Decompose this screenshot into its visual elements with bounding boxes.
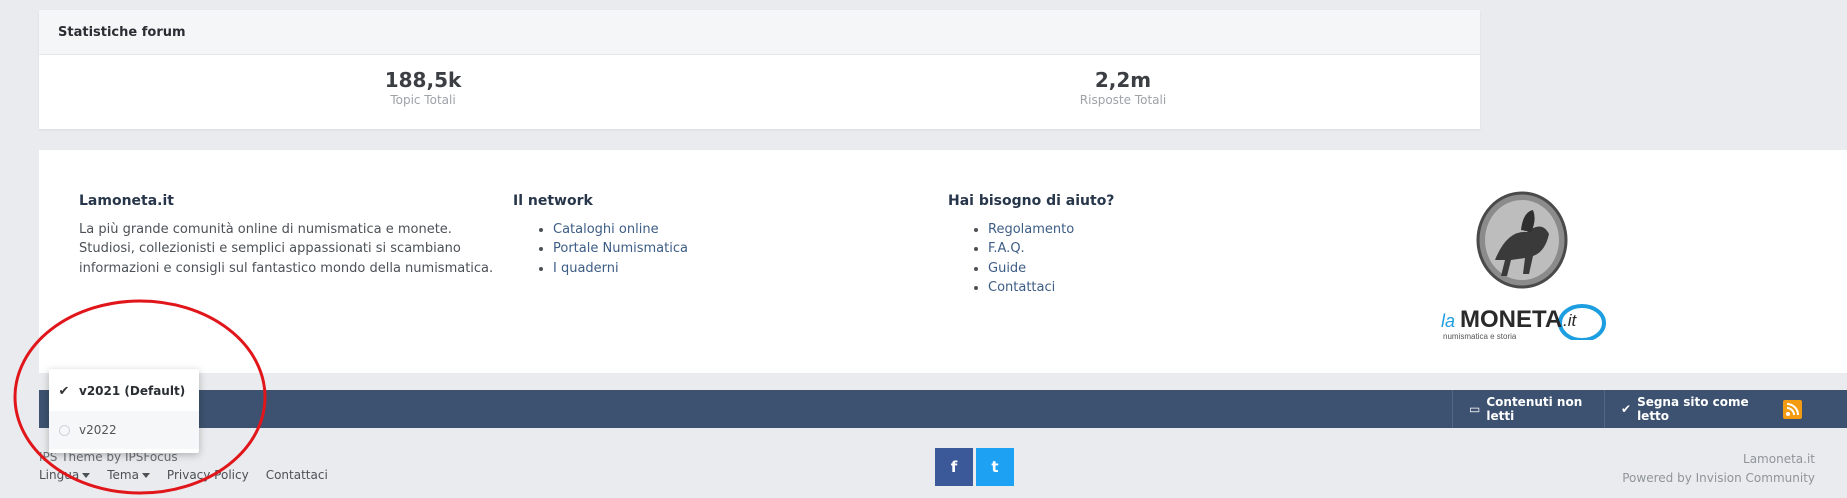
footer-link-item[interactable]: Guide bbox=[988, 259, 1114, 279]
logo-la-text: la bbox=[1441, 311, 1455, 331]
footer-network-list: Cataloghi online Portale Numismatica I q… bbox=[513, 220, 688, 279]
footer-link-item[interactable]: Cataloghi online bbox=[553, 220, 688, 240]
forum-stats-card: Statistiche forum 188,5k Topic Totali 2,… bbox=[39, 10, 1480, 129]
footer-help-column: Hai bisogno di aiuto? Regolamento F.A.Q.… bbox=[948, 192, 1114, 298]
check-icon: ✔ bbox=[1621, 402, 1632, 416]
stat-replies-value: 2,2m bbox=[1094, 68, 1152, 92]
footer-link[interactable]: Regolamento bbox=[988, 222, 1074, 237]
theme-option-label: v2022 bbox=[79, 423, 117, 437]
forum-stats-title: Statistiche forum bbox=[39, 10, 1480, 55]
theme-option-label: v2021 (Default) bbox=[79, 384, 186, 398]
stat-topics-label: Topic Totali bbox=[390, 93, 456, 107]
footer-about-line: La più grande comunità online di numisma… bbox=[79, 221, 452, 237]
site-name[interactable]: Lamoneta.it bbox=[1622, 450, 1815, 469]
check-icon: ✔ bbox=[58, 383, 70, 399]
contact-link[interactable]: Contattaci bbox=[266, 468, 328, 482]
footer-about-line: Studiosi, collezionisti e semplici appas… bbox=[79, 241, 461, 256]
footer-network-column: Il network Cataloghi online Portale Numi… bbox=[513, 192, 688, 278]
footer-link-item[interactable]: Contattaci bbox=[988, 278, 1114, 298]
footer-link[interactable]: Cataloghi online bbox=[553, 222, 659, 237]
powered-by[interactable]: Powered by Invision Community bbox=[1622, 469, 1815, 488]
unread-icon: ▭ bbox=[1469, 402, 1481, 416]
lamoneta-logo[interactable]: la MONETA .it numismatica e storia bbox=[1437, 190, 1607, 342]
stat-topics-value: 188,5k bbox=[384, 68, 462, 92]
coin-logo-icon: la MONETA .it numismatica e storia bbox=[1441, 191, 1606, 342]
footer-network-title: Il network bbox=[513, 193, 593, 209]
theme-dropdown: ✔ v2021 (Default) v2022 bbox=[49, 369, 199, 453]
footer-about-column: Lamoneta.it La più grande comunità onlin… bbox=[79, 192, 493, 278]
mark-read-label: Segna sito come letto bbox=[1637, 395, 1749, 423]
stat-topics: 188,5k Topic Totali bbox=[223, 69, 623, 107]
unread-content-button[interactable]: ▭ Contenuti non letti bbox=[1452, 390, 1604, 428]
footer-link[interactable]: I quaderni bbox=[553, 261, 619, 276]
caret-down-icon bbox=[141, 473, 150, 478]
language-label: Lingua bbox=[39, 468, 80, 482]
footer-link-item[interactable]: Portale Numismatica bbox=[553, 239, 688, 259]
footer-link-item[interactable]: I quaderni bbox=[553, 259, 688, 279]
stat-replies: 2,2m Risposte Totali bbox=[923, 69, 1323, 107]
stat-replies-label: Risposte Totali bbox=[1079, 93, 1167, 107]
footer-about-line: informazioni e consigli sul fantastico m… bbox=[79, 260, 494, 276]
logo-tagline: numismatica e storia bbox=[1443, 332, 1517, 340]
footer-link[interactable]: Guide bbox=[988, 261, 1026, 276]
footer-link[interactable]: Contattaci bbox=[988, 280, 1055, 295]
logo-it-text: .it bbox=[1563, 311, 1578, 330]
radio-icon bbox=[49, 424, 79, 436]
bottom-links: Lingua Tema Privacy Policy Contattaci bbox=[39, 468, 328, 482]
rss-icon[interactable] bbox=[1783, 400, 1802, 419]
theme-menu[interactable]: Tema bbox=[107, 468, 150, 482]
footer-link-item[interactable]: F.A.Q. bbox=[988, 239, 1114, 259]
twitter-icon[interactable]: t bbox=[976, 448, 1014, 486]
mark-site-read-button[interactable]: ✔ Segna sito come letto bbox=[1604, 390, 1771, 428]
footer-info-card: Lamoneta.it La più grande comunità onlin… bbox=[39, 150, 1847, 373]
caret-down-icon bbox=[82, 473, 91, 478]
footer-about-title: Lamoneta.it bbox=[79, 193, 174, 209]
footer-help-list: Regolamento F.A.Q. Guide Contattaci bbox=[948, 220, 1114, 298]
unread-label: Contenuti non letti bbox=[1486, 395, 1583, 423]
language-menu[interactable]: Lingua bbox=[39, 468, 91, 482]
footer-link[interactable]: F.A.Q. bbox=[988, 241, 1025, 256]
site-credit: Lamoneta.it Powered by Invision Communit… bbox=[1622, 450, 1815, 488]
footer-link-item[interactable]: Regolamento bbox=[988, 220, 1114, 240]
logo-moneta-text: MONETA bbox=[1460, 306, 1562, 333]
footer-navbar: ▭ Contenuti non letti ✔ Segna sito come … bbox=[39, 390, 1847, 428]
theme-option-v2022[interactable]: v2022 bbox=[49, 411, 199, 449]
footer-help-title: Hai bisogno di aiuto? bbox=[948, 193, 1115, 209]
footer-link[interactable]: Portale Numismatica bbox=[553, 241, 688, 256]
facebook-icon[interactable]: f bbox=[935, 448, 973, 486]
theme-label: Tema bbox=[107, 468, 139, 482]
theme-option-v2021[interactable]: ✔ v2021 (Default) bbox=[49, 372, 199, 410]
privacy-policy-link[interactable]: Privacy Policy bbox=[167, 468, 249, 482]
